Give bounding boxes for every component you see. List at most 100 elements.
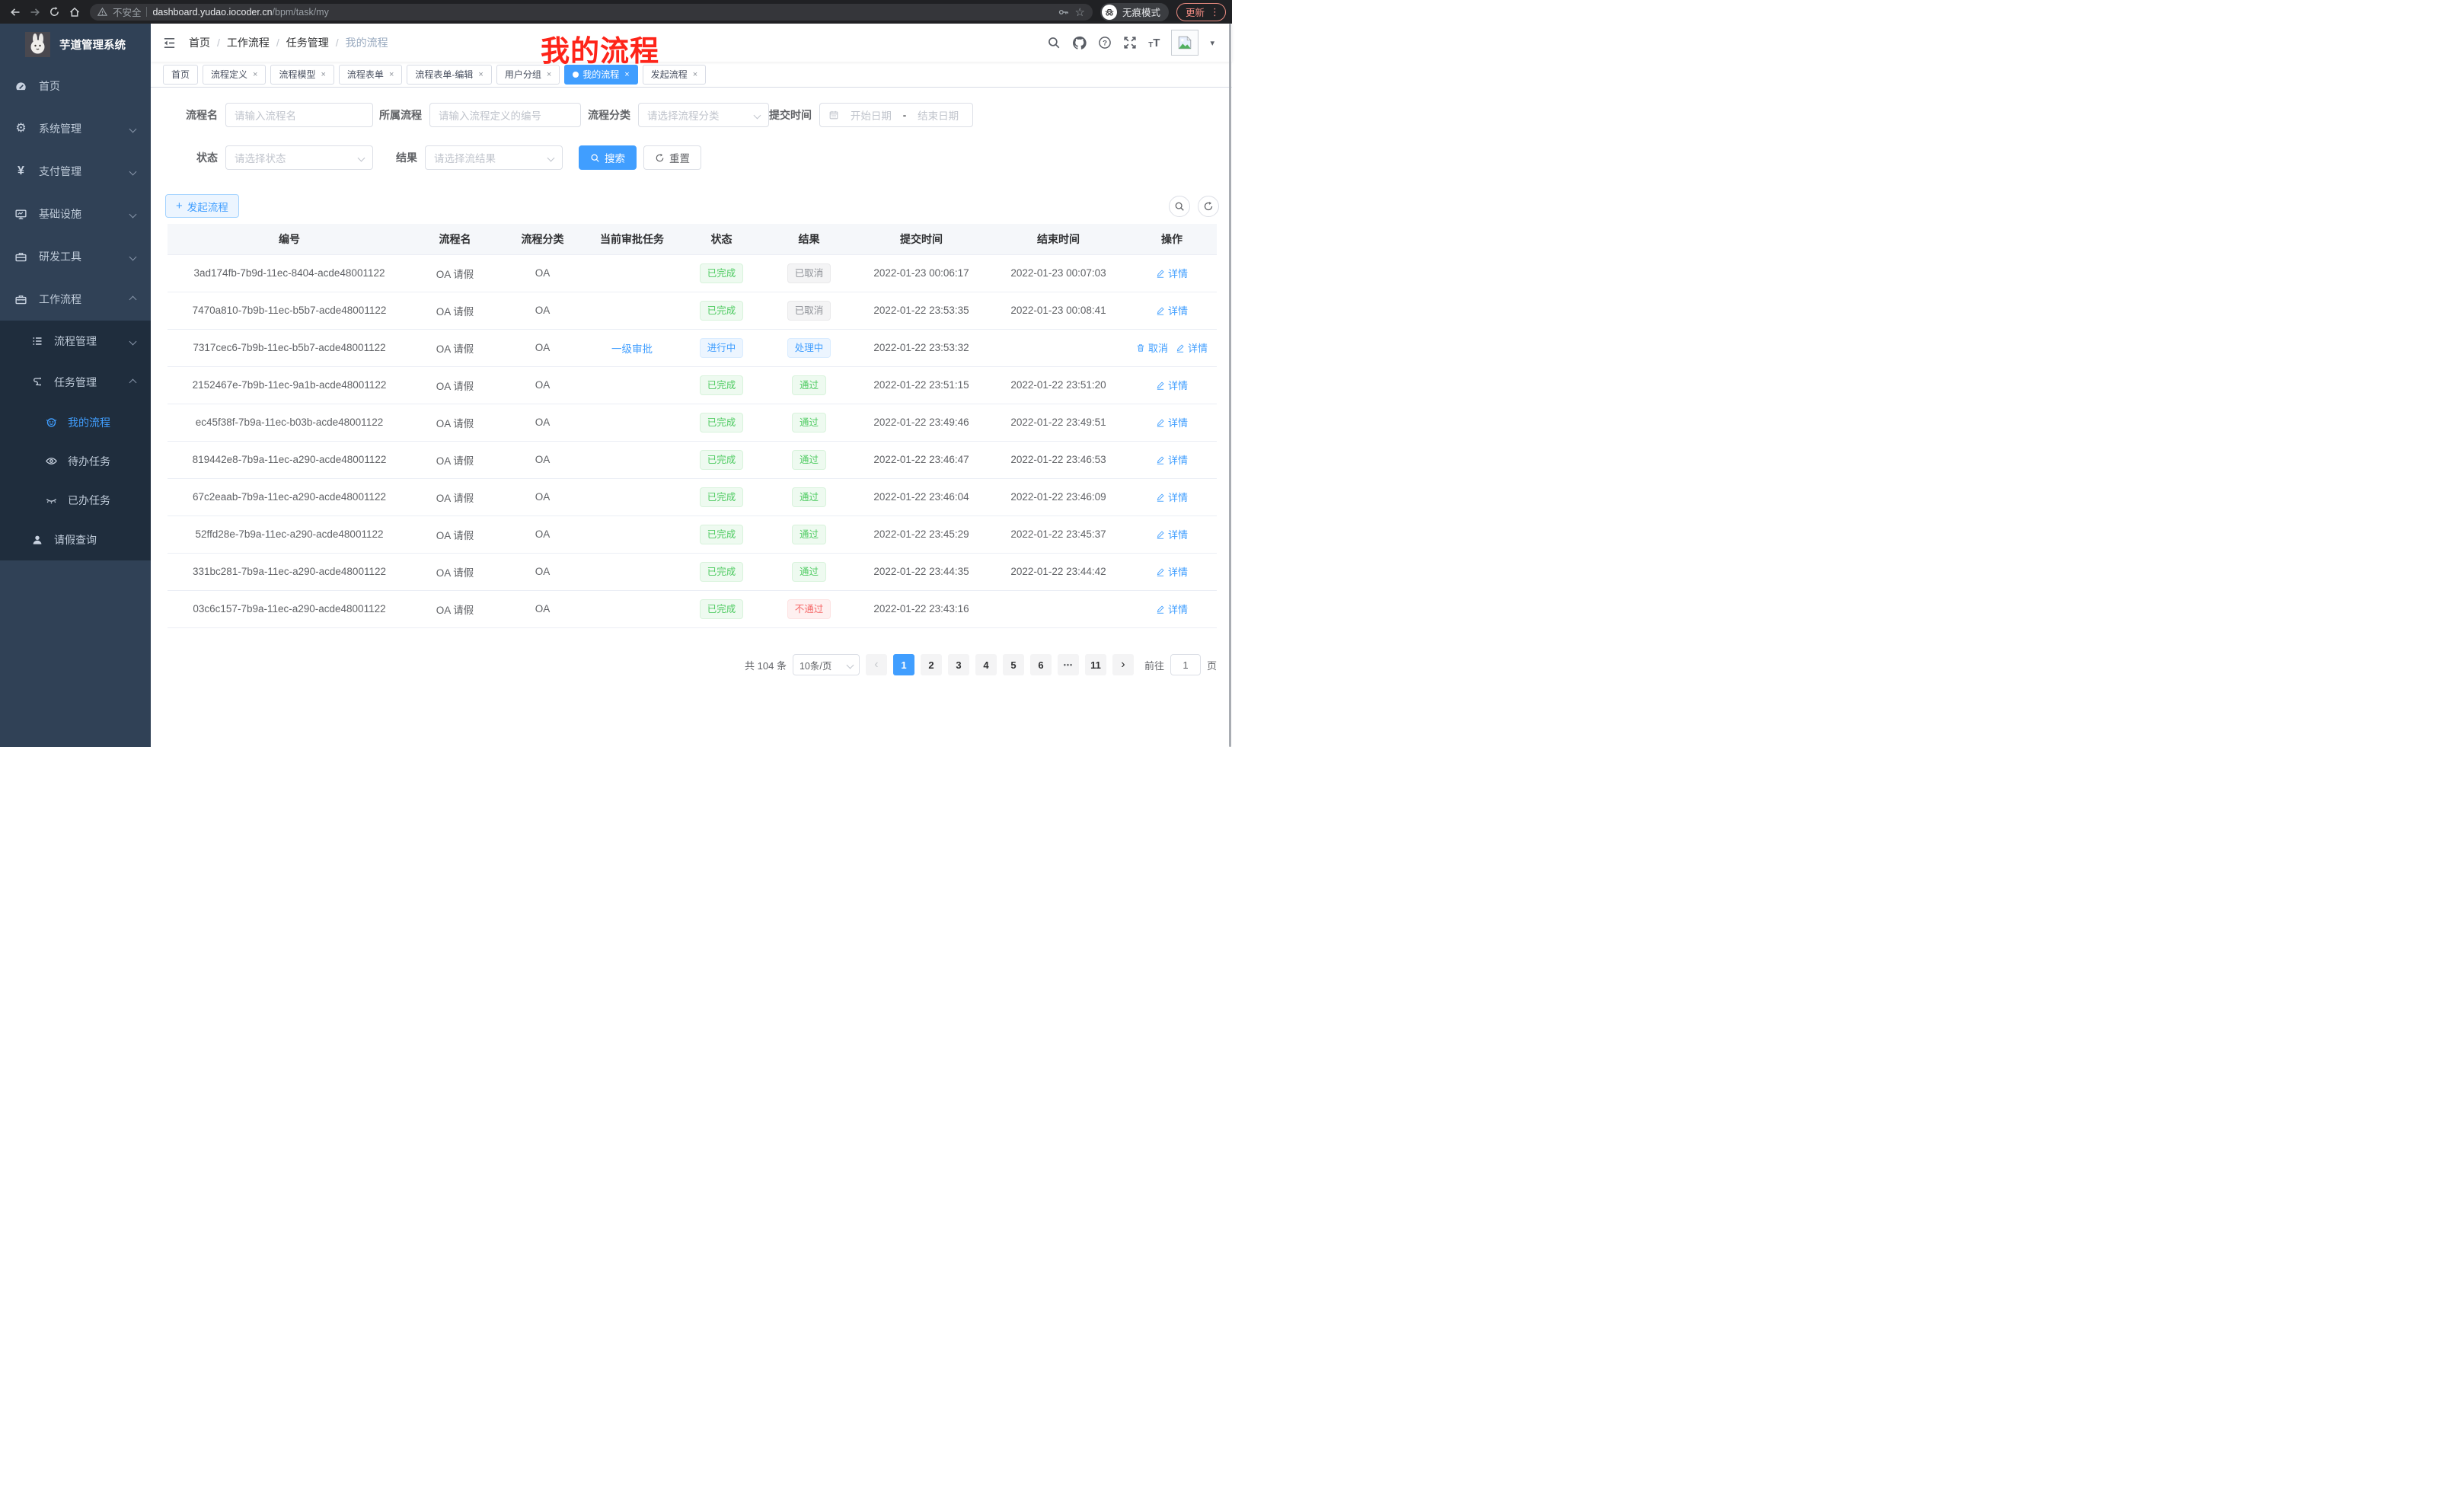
table-row: 819442e8-7b9a-11ec-a290-acde48001122OA 请…	[168, 441, 1217, 478]
result-badge: 已取消	[787, 263, 831, 283]
cancel-action[interactable]: 取消	[1136, 340, 1168, 355]
sidebar-item-my-process[interactable]: 我的流程	[0, 403, 151, 442]
process-category-select[interactable]: 请选择流程分类	[638, 103, 769, 127]
sidebar-item-payment[interactable]: ¥ 支付管理	[0, 150, 151, 193]
tab-close-icon[interactable]: ×	[389, 70, 394, 79]
status-select[interactable]: 请选择状态	[225, 145, 373, 170]
bookmark-star-icon[interactable]: ☆	[1075, 5, 1085, 19]
page-button-4[interactable]: 4	[975, 654, 997, 675]
tab-process-model[interactable]: 流程模型×	[270, 65, 334, 85]
browser-update-button[interactable]: 更新 ⋮	[1176, 3, 1226, 21]
detail-action[interactable]: 详情	[1156, 490, 1188, 504]
detail-action[interactable]: 详情	[1156, 564, 1188, 579]
sidebar-item-done-task[interactable]: 已办任务	[0, 480, 151, 519]
status-badge: 已完成	[700, 301, 744, 321]
app-logo-avatar	[25, 32, 50, 57]
sidebar-item-todo-task[interactable]: 待办任务	[0, 442, 151, 480]
result-badge: 通过	[792, 450, 826, 470]
search-button[interactable]: 搜索	[579, 145, 637, 170]
tab-process-form[interactable]: 流程表单×	[339, 65, 402, 85]
next-page-button[interactable]: ›	[1112, 654, 1134, 675]
process-name-input[interactable]: 请输入流程名	[225, 103, 373, 127]
submit-time-range-picker[interactable]: 开始日期 - 结束日期	[819, 103, 973, 127]
end-date-placeholder: 结束日期	[912, 107, 964, 123]
avatar-caret-icon[interactable]: ▾	[1210, 38, 1214, 48]
detail-action[interactable]: 详情	[1156, 266, 1188, 280]
breadcrumb-home[interactable]: 首页	[189, 35, 210, 50]
help-icon[interactable]	[1098, 36, 1112, 49]
browser-back-button[interactable]	[6, 3, 24, 21]
select-arrow-icon	[754, 111, 761, 119]
tab-close-icon[interactable]: ×	[624, 70, 629, 79]
reset-button[interactable]: 重置	[643, 145, 701, 170]
detail-action[interactable]: 详情	[1156, 602, 1188, 616]
tab-process-definition[interactable]: 流程定义×	[203, 65, 266, 85]
github-icon[interactable]	[1072, 36, 1087, 50]
more-pages-button[interactable]: •••	[1058, 654, 1079, 675]
page-scrollbar[interactable]	[1229, 24, 1231, 747]
browser-home-button[interactable]	[65, 3, 84, 21]
detail-action[interactable]: 详情	[1156, 415, 1188, 429]
avatar[interactable]	[1171, 30, 1198, 56]
page-button-1[interactable]: 1	[893, 654, 914, 675]
incognito-badge: 无痕模式	[1100, 3, 1169, 21]
result-badge: 处理中	[787, 338, 831, 358]
tab-close-icon[interactable]: ×	[478, 70, 483, 79]
goto-page-input[interactable]	[1170, 654, 1201, 675]
tab-process-form-edit[interactable]: 流程表单-编辑×	[407, 65, 491, 85]
current-task-link[interactable]: 一级审批	[611, 340, 653, 356]
status-badge: 已完成	[700, 599, 744, 619]
result-select[interactable]: 请选择流结果	[425, 145, 563, 170]
sidebar-fold-icon[interactable]	[162, 37, 177, 49]
status-badge: 已完成	[700, 375, 744, 395]
sidebar-item-infrastructure[interactable]: 基础设施	[0, 193, 151, 235]
chevron-up-icon	[129, 295, 137, 303]
browser-menu-icon[interactable]: ⋮	[1210, 6, 1220, 18]
create-process-button[interactable]: + 发起流程	[165, 194, 239, 218]
table-row: 7317cec6-7b9b-11ec-b5b7-acde48001122OA 请…	[168, 329, 1217, 366]
refresh-table-button[interactable]	[1198, 196, 1219, 217]
browser-reload-button[interactable]	[46, 3, 64, 21]
detail-action[interactable]: 详情	[1156, 452, 1188, 467]
sidebar-item-workflow[interactable]: 工作流程	[0, 278, 151, 321]
password-key-icon[interactable]	[1058, 6, 1070, 18]
page-button-5[interactable]: 5	[1003, 654, 1024, 675]
prev-page-button[interactable]: ‹	[866, 654, 887, 675]
tab-home[interactable]: 首页	[163, 65, 198, 85]
tab-close-icon[interactable]: ×	[321, 70, 325, 79]
sidebar-item-task-management[interactable]: 任务管理	[0, 362, 151, 403]
sidebar-item-process-management[interactable]: 流程管理	[0, 321, 151, 362]
sidebar-item-devtools[interactable]: 研发工具	[0, 235, 151, 278]
status-badge: 已完成	[700, 525, 744, 544]
sidebar-item-system[interactable]: ⚙ 系统管理	[0, 107, 151, 150]
page-button-11[interactable]: 11	[1085, 654, 1106, 675]
filter-process-definition: 所属流程 请输入流程定义的编号	[372, 103, 581, 127]
tab-close-icon[interactable]: ×	[693, 70, 697, 79]
goto-label: 前往	[1144, 658, 1164, 672]
show-search-toggle-button[interactable]	[1169, 196, 1190, 217]
process-definition-input[interactable]: 请输入流程定义的编号	[429, 103, 581, 127]
search-icon[interactable]	[1047, 36, 1061, 49]
list-icon	[30, 335, 44, 347]
detail-action[interactable]: 详情	[1156, 303, 1188, 318]
pagination-total: 共 104 条	[745, 658, 787, 672]
page-button-3[interactable]: 3	[948, 654, 969, 675]
browser-forward-button[interactable]	[26, 3, 44, 21]
detail-action[interactable]: 详情	[1176, 340, 1208, 355]
page-size-select[interactable]: 10条/页	[793, 654, 860, 675]
tab-close-icon[interactable]: ×	[253, 70, 257, 79]
font-size-icon[interactable]: TT	[1148, 37, 1160, 49]
page-button-6[interactable]: 6	[1030, 654, 1052, 675]
breadcrumb-workflow[interactable]: 工作流程	[227, 35, 270, 50]
breadcrumb-task-management[interactable]: 任务管理	[286, 35, 329, 50]
detail-action[interactable]: 详情	[1156, 378, 1188, 392]
address-bar[interactable]: 不安全 dashboard.yudao.iocoder.cn/bpm/task/…	[90, 4, 1093, 21]
sidebar-item-home[interactable]: 首页	[0, 65, 151, 107]
fullscreen-icon[interactable]	[1123, 36, 1137, 49]
tab-close-icon[interactable]: ×	[547, 70, 551, 79]
url-domain: dashboard.yudao.iocoder.cn	[152, 7, 272, 18]
page-button-2[interactable]: 2	[921, 654, 942, 675]
sidebar-item-leave-query[interactable]: 请假查询	[0, 519, 151, 560]
app-logo-row[interactable]: 芋道管理系统	[0, 24, 151, 65]
detail-action[interactable]: 详情	[1156, 527, 1188, 541]
